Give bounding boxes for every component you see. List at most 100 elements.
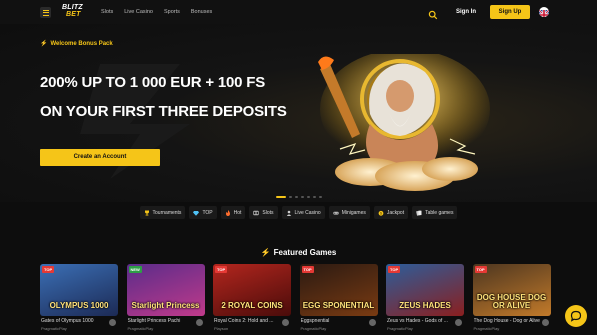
favorite-heart-icon[interactable]	[368, 319, 376, 326]
category-label: Jackpot	[386, 209, 405, 216]
game-name: Zeus vs Hades - Gods of ...	[387, 318, 448, 324]
bonus-tag: ⚡ Welcome Bonus Pack	[40, 40, 113, 47]
game-provider: Playson	[214, 326, 229, 331]
create-account-button[interactable]: Create an Account	[40, 149, 160, 166]
category-minigames[interactable]: Minigames	[328, 206, 370, 219]
favorite-heart-icon[interactable]	[541, 319, 549, 326]
game-badge: TOP	[215, 266, 228, 273]
game-thumbnail-title: EGG SPONENTIAL	[302, 301, 375, 310]
game-name: Starlight Princess Pachi	[127, 318, 181, 324]
carousel-dot[interactable]	[313, 196, 316, 198]
nav-live-casino[interactable]: Live Casino	[124, 9, 153, 15]
game-badge: TOP	[474, 266, 487, 273]
category-label: Minigames	[341, 209, 366, 216]
logo-text-top: BLITZ	[62, 4, 83, 11]
game-thumbnail[interactable]: TOP EGG SPONENTIAL	[299, 264, 378, 316]
carousel-dot[interactable]	[307, 196, 310, 198]
lightning-icon: ⚡	[40, 41, 48, 47]
category-top[interactable]: TOP	[189, 206, 217, 219]
category-slots[interactable]: Slots	[249, 206, 278, 219]
lightning-icon: ⚡	[260, 248, 271, 257]
carousel-indicators	[276, 196, 322, 198]
jackpot-icon: $	[378, 210, 384, 216]
game-provider: PragmaticPlay	[300, 326, 327, 331]
dealer-icon	[286, 210, 292, 216]
game-badge: TOP	[301, 266, 314, 273]
game-card[interactable]: TOP DOG HOUSE DOG OR ALIVE The Dog House -…	[472, 264, 551, 335]
category-bar: Tournaments TOP Hot Slots Live Casino Mi…	[0, 206, 597, 220]
bonus-tag-label: Welcome Bonus Pack	[50, 41, 113, 47]
game-thumbnail[interactable]: TOP OLYMPUS 1000	[40, 264, 118, 316]
game-provider: PragmaticPlay	[473, 326, 500, 331]
game-card[interactable]: NEW Starlight Princess Starlight Princess …	[126, 264, 205, 335]
category-jackpot[interactable]: $ Jackpot	[373, 206, 409, 219]
game-name: Eggspnential	[300, 318, 330, 324]
favorite-heart-icon[interactable]	[109, 319, 116, 326]
favorite-heart-icon[interactable]	[282, 319, 289, 326]
carousel-dot[interactable]	[295, 196, 298, 198]
game-thumbnail[interactable]: NEW Starlight Princess	[126, 264, 205, 316]
category-hot[interactable]: Hot	[220, 206, 246, 219]
slot-icon	[253, 210, 260, 216]
game-provider: PragmaticPlay	[41, 326, 67, 331]
sign-up-button[interactable]: Sign Up	[490, 5, 530, 19]
featured-games-heading: ⚡ Featured Games	[0, 248, 597, 257]
category-table-games[interactable]: Table games	[412, 206, 458, 219]
favorite-heart-icon[interactable]	[195, 319, 203, 326]
chat-button[interactable]	[565, 305, 587, 327]
featured-title-text: Featured Games	[273, 248, 337, 257]
carousel-dot[interactable]	[319, 196, 322, 198]
game-card[interactable]: TOP OLYMPUS 1000 Gates of Olympus 1000 Prag…	[40, 264, 118, 335]
category-label: Slots	[262, 209, 274, 216]
carousel-dot[interactable]	[301, 196, 304, 198]
game-thumbnail-title: Starlight Princess	[131, 301, 200, 310]
game-badge: TOP	[388, 266, 401, 273]
game-card[interactable]: TOP ZEUS HADES Zeus vs Hades - Gods of ...…	[386, 264, 464, 335]
logo[interactable]: BLITZ BET	[62, 4, 92, 20]
game-provider: PragmaticPlay	[127, 326, 154, 331]
zeus-illustration	[318, 54, 490, 191]
featured-games-row: TOP OLYMPUS 1000 Gates of Olympus 1000 Prag…	[40, 264, 560, 335]
category-label: Live Casino	[294, 209, 321, 216]
game-card[interactable]: TOP EGG SPONENTIAL Eggspnential PragmaticPl…	[299, 264, 378, 335]
game-thumbnail[interactable]: TOP ZEUS HADES	[386, 264, 464, 316]
game-thumbnail-title: DOG HOUSE DOG OR ALIVE	[476, 293, 547, 310]
game-name: Gates of Olympus 1000	[41, 318, 94, 324]
category-live-casino[interactable]: Live Casino	[281, 206, 325, 219]
game-thumbnail-title: OLYMPUS 1000	[49, 301, 109, 310]
game-thumbnail-title: 2 ROYAL COINS	[221, 301, 283, 310]
game-card[interactable]: TOP 2 ROYAL COINS Royal Coins 2: Hold and …	[213, 264, 291, 335]
category-label: Hot	[233, 209, 242, 216]
main-nav: Slots Live Casino Sports Bonuses	[101, 0, 212, 24]
top-bar: BLITZ BET Slots Live Casino Sports Bonus…	[0, 0, 597, 24]
diamond-icon	[193, 210, 200, 216]
cards-icon	[416, 210, 422, 216]
fire-icon	[225, 209, 231, 216]
game-provider: PragmaticPlay	[387, 326, 413, 331]
nav-sports[interactable]: Sports	[164, 9, 180, 15]
sign-in-button[interactable]: Sign In	[447, 5, 485, 19]
game-thumbnail[interactable]: TOP DOG HOUSE DOG OR ALIVE	[472, 264, 551, 316]
language-flag-icon[interactable]	[539, 7, 549, 17]
carousel-dot[interactable]	[289, 196, 292, 198]
category-tournaments[interactable]: Tournaments	[139, 206, 186, 219]
search-icon[interactable]	[428, 7, 438, 20]
category-label: Table games	[425, 209, 454, 216]
menu-icon[interactable]	[40, 7, 51, 18]
nav-bonuses[interactable]: Bonuses	[191, 9, 212, 15]
game-thumbnail-title: ZEUS HADES	[399, 301, 451, 310]
chat-bubble-icon	[570, 310, 582, 322]
carousel-dot[interactable]	[276, 196, 286, 198]
category-label: TOP	[202, 209, 213, 216]
nav-slots[interactable]: Slots	[101, 9, 113, 15]
hero-banner: ⚡ Welcome Bonus Pack 200% UP TO 1 000 EUR…	[0, 24, 597, 202]
game-thumbnail[interactable]: TOP 2 ROYAL COINS	[213, 264, 291, 316]
svg-text:$: $	[380, 211, 382, 215]
favorite-heart-icon[interactable]	[455, 319, 462, 326]
game-badge: TOP	[42, 266, 55, 273]
logo-text-bottom: BET	[66, 11, 81, 18]
game-name: Royal Coins 2: Hold and ...	[214, 318, 274, 324]
category-label: Tournaments	[152, 209, 182, 216]
game-name: The Dog House - Dog or Alive	[473, 318, 540, 324]
trophy-icon	[144, 210, 150, 216]
